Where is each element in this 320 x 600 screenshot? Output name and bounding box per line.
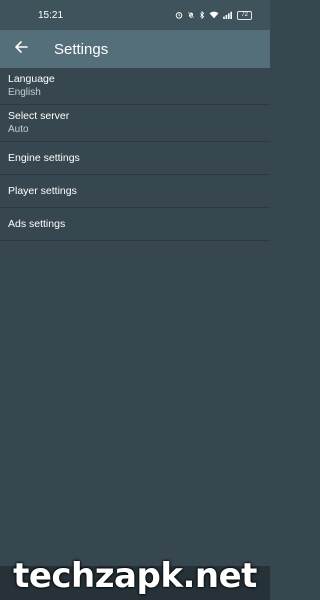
settings-item-label: Engine settings [8, 151, 80, 164]
app-bar: Settings [0, 30, 270, 68]
settings-item-label: Select server [8, 110, 70, 122]
settings-item-label: Player settings [8, 184, 77, 197]
settings-item-value: English [8, 87, 41, 98]
bluetooth-icon [199, 11, 205, 19]
settings-item-label: Language [8, 73, 55, 85]
settings-item-select-server[interactable]: Select server Auto [0, 105, 270, 142]
watermark: techzapk.net [13, 556, 257, 596]
arrow-back-icon [14, 40, 28, 59]
status-icons: 72 [175, 10, 252, 20]
settings-item-language[interactable]: Language English [0, 68, 270, 105]
settings-item-player[interactable]: Player settings [0, 175, 270, 208]
status-time: 15:21 [38, 9, 64, 21]
alarm-icon [175, 11, 183, 19]
wifi-icon [209, 11, 219, 19]
settings-item-engine[interactable]: Engine settings [0, 142, 270, 175]
settings-item-ads[interactable]: Ads settings [0, 208, 270, 241]
back-button[interactable] [0, 30, 42, 68]
page-title: Settings [54, 40, 109, 58]
settings-list: Language English Select server Auto Engi… [0, 68, 270, 241]
signal-icon [223, 11, 233, 19]
settings-item-label: Ads settings [8, 217, 66, 230]
status-bar: 15:21 72 [0, 0, 270, 30]
notifications-off-icon [187, 11, 195, 19]
battery-icon: 72 [237, 10, 252, 20]
settings-item-value: Auto [8, 124, 29, 135]
